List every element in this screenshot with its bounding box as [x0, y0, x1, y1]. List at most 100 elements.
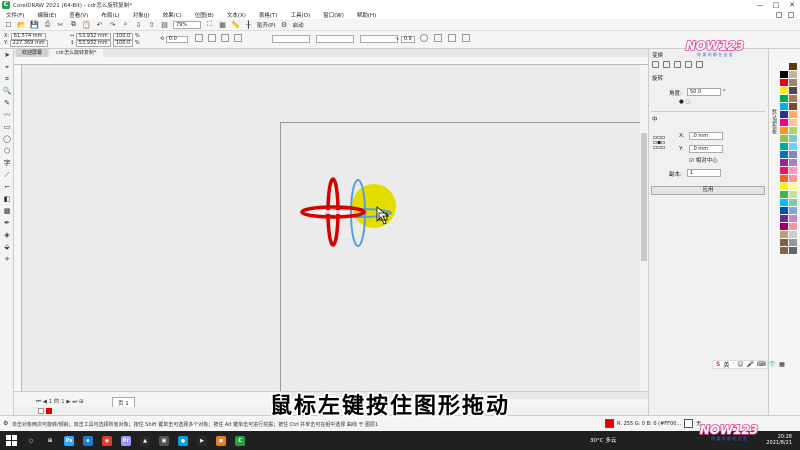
palette-swatch[interactable]: [780, 223, 788, 231]
angle-input[interactable]: 50.0: [687, 88, 721, 96]
palette-swatch[interactable]: [780, 231, 788, 239]
anchor-grid-icon[interactable]: ▫▫▫ ▫▪▫ ▫▫▫: [653, 135, 665, 151]
palette-swatch[interactable]: [789, 183, 797, 191]
yellow-circle[interactable]: [352, 184, 396, 228]
palette-swatch[interactable]: [789, 143, 797, 151]
mirror-horizontal-icon[interactable]: [195, 34, 203, 42]
pick-tool-icon[interactable]: ➤: [2, 51, 12, 60]
palette-swatch[interactable]: [789, 223, 797, 231]
status-settings-icon[interactable]: ⚙: [3, 420, 8, 427]
tab-document[interactable]: cdr怎么旋转复制*: [50, 49, 103, 57]
palette-swatch[interactable]: [780, 87, 788, 95]
rotation-angle-input[interactable]: 0.0: [165, 36, 188, 43]
menu-bitmaps[interactable]: 位图(B): [195, 11, 214, 19]
palette-swatch[interactable]: [780, 111, 788, 119]
menu-layout[interactable]: 布局(L): [101, 11, 119, 19]
cut-icon[interactable]: ✂: [56, 20, 65, 29]
crop-tool-icon[interactable]: ⌗: [2, 75, 12, 84]
start-arrow-select[interactable]: [316, 35, 354, 43]
menu-help[interactable]: 帮助(H): [357, 11, 376, 19]
x-position-input[interactable]: 61.574 mm: [10, 33, 46, 40]
palette-swatch[interactable]: [789, 111, 797, 119]
text-tool-icon[interactable]: 字: [2, 159, 12, 168]
palette-swatch[interactable]: [780, 239, 788, 247]
taskbar-app-icon[interactable]: ▣: [159, 435, 169, 446]
palette-swatch[interactable]: [780, 247, 788, 255]
microphone-icon[interactable]: 🎤: [747, 361, 754, 368]
palette-swatch[interactable]: [780, 175, 788, 183]
minimize-button[interactable]: —: [752, 0, 768, 10]
vertical-ruler[interactable]: [14, 65, 22, 391]
export-icon[interactable]: ⇧: [147, 20, 156, 29]
rotation-direction-icon[interactable]: ● ◌: [679, 99, 690, 105]
taskbar-app-icon[interactable]: C: [235, 435, 245, 446]
palette-swatch[interactable]: [789, 63, 797, 71]
width-input[interactable]: 53.932 mm: [75, 33, 111, 40]
wrap-text-icon[interactable]: [221, 34, 229, 42]
taskbar-app-icon[interactable]: ▶: [197, 435, 207, 446]
palette-swatch[interactable]: [789, 207, 797, 215]
ime-logo[interactable]: S: [716, 361, 720, 368]
palette-swatch[interactable]: [789, 95, 797, 103]
vertical-scrollbar-thumb[interactable]: [641, 133, 647, 261]
taskbar-app-icon[interactable]: Pr: [121, 435, 131, 446]
vertical-scrollbar[interactable]: [640, 65, 648, 391]
palette-swatch[interactable]: [780, 159, 788, 167]
palette-red-swatch[interactable]: [46, 408, 52, 414]
ime-punctuation[interactable]: ·: [732, 361, 734, 368]
palette-swatch[interactable]: [780, 71, 788, 79]
rotate-mode-icon[interactable]: [663, 61, 670, 68]
menu-effects[interactable]: 效果(C): [163, 11, 182, 19]
palette-swatch[interactable]: [789, 103, 797, 111]
fullscreen-icon[interactable]: ⛶: [205, 20, 214, 29]
menu-tools[interactable]: 工具(O): [291, 11, 311, 19]
open-icon[interactable]: 📂: [17, 20, 26, 29]
parallel-dimension-icon[interactable]: ⟋: [2, 171, 12, 180]
launch-dropdown[interactable]: 启动: [293, 21, 304, 29]
width-scale-input[interactable]: 100.0: [113, 33, 134, 40]
palette-swatch[interactable]: [780, 119, 788, 127]
drawing-canvas[interactable]: [22, 65, 640, 391]
guides-icon[interactable]: ╂: [244, 20, 253, 29]
height-input[interactable]: 53.932 mm: [75, 40, 111, 47]
menu-window[interactable]: 窗口(W): [323, 11, 344, 19]
palette-swatch[interactable]: [780, 167, 788, 175]
menu-file[interactable]: 文件(F): [6, 11, 24, 19]
fill-color-swatch[interactable]: [605, 419, 614, 428]
size-mode-icon[interactable]: [685, 61, 692, 68]
y-position-input[interactable]: 227.369 mm: [9, 40, 48, 47]
palette-white-swatch[interactable]: [38, 408, 44, 414]
search-icon[interactable]: ⌕: [121, 20, 130, 29]
horizontal-ruler[interactable]: [14, 57, 648, 65]
grid-toggle-icon[interactable]: ▦: [218, 20, 227, 29]
palette-swatch[interactable]: [789, 175, 797, 183]
outline-color-icon[interactable]: [234, 34, 242, 42]
shape-tool-icon[interactable]: ⌖: [2, 63, 12, 72]
end-arrow-select[interactable]: [360, 35, 398, 43]
palette-swatch[interactable]: [780, 135, 788, 143]
height-scale-input[interactable]: 100.0: [113, 40, 134, 47]
taskbar-app-icon[interactable]: ◉: [102, 435, 112, 446]
weather-widget[interactable]: 30°C 多云: [590, 436, 616, 444]
palette-swatch[interactable]: [780, 215, 788, 223]
pdf-icon[interactable]: ▤: [160, 20, 169, 29]
zoom-select[interactable]: 79%: [173, 20, 201, 29]
palette-swatch[interactable]: [780, 127, 788, 135]
palette-swatch[interactable]: [780, 151, 788, 159]
palette-swatch[interactable]: [789, 231, 797, 239]
save-icon[interactable]: 💾: [30, 20, 39, 29]
center-x-input[interactable]: .0 mm: [689, 132, 723, 140]
palette-swatch[interactable]: [780, 63, 788, 71]
palette-swatch[interactable]: [789, 71, 797, 79]
taskbar-app-icon[interactable]: Ps: [64, 435, 74, 446]
eyedropper-tool-icon[interactable]: ✒: [2, 219, 12, 228]
lock-icon[interactable]: [434, 34, 442, 42]
emoji-icon[interactable]: ☺: [737, 361, 743, 368]
palette-swatch[interactable]: [780, 103, 788, 111]
layout-icon[interactable]: [788, 11, 794, 18]
menu-object[interactable]: 对象(J): [133, 11, 150, 19]
palette-swatch[interactable]: [789, 87, 797, 95]
scale-mode-icon[interactable]: [674, 61, 681, 68]
grid-icon[interactable]: [776, 11, 782, 18]
align-icon[interactable]: [462, 34, 470, 42]
